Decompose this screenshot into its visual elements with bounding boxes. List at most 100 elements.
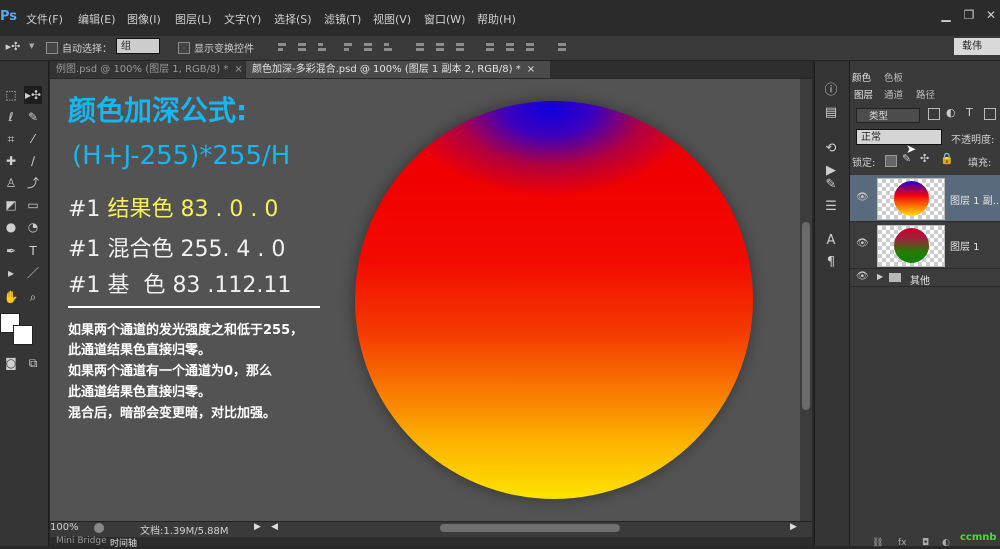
filter-type-icon[interactable]: T — [966, 106, 973, 119]
show-transform-checkbox[interactable] — [178, 42, 190, 54]
visibility-eye-icon[interactable]: 👁 — [856, 192, 869, 203]
tab-layers[interactable]: 图层 — [854, 89, 873, 102]
menu-file[interactable]: 文件(F) — [26, 11, 63, 27]
menu-edit[interactable]: 编辑(E) — [78, 11, 116, 27]
blur-tool-icon[interactable]: ● — [2, 218, 20, 236]
character-icon[interactable]: A — [822, 232, 840, 250]
layer-mask-icon[interactable]: ◘ — [922, 538, 929, 548]
visibility-eye-icon[interactable]: 👁 — [856, 238, 869, 249]
tab-color-burn-psd[interactable]: 颜色加深-多彩混合.psd @ 100% (图层 1 副本 2, RGB/8) … — [246, 61, 550, 78]
row-prefix: #1 — [68, 237, 101, 262]
distribute-right-icon[interactable] — [524, 41, 536, 53]
menu-view[interactable]: 视图(V) — [373, 11, 411, 27]
move-tool-icon[interactable]: ▸✣ — [24, 86, 42, 104]
line-tool-icon[interactable]: ／ — [24, 264, 42, 282]
distribute-vcenter-icon[interactable] — [434, 41, 446, 53]
filter-pixel-icon[interactable] — [928, 108, 940, 120]
history-icon[interactable]: ⟲ — [822, 140, 840, 158]
lock-all-icon[interactable]: 🔒 — [940, 152, 954, 165]
crop-tool-icon[interactable]: ⌗ — [2, 130, 20, 148]
type-tool-icon[interactable]: T — [24, 242, 42, 260]
menu-select[interactable]: 选择(S) — [274, 11, 312, 27]
tab-example-psd[interactable]: 例图.psd @ 100% (图层 1, RGB/8) * × — [50, 61, 245, 78]
move-tool-preset-icon[interactable]: ▸✣ — [4, 38, 22, 56]
marquee-tool-icon[interactable]: ⬚ — [2, 86, 20, 104]
tab-channels[interactable]: 通道 — [884, 89, 903, 102]
auto-select-target-select[interactable]: 组 — [116, 38, 160, 54]
distribute-left-icon[interactable] — [484, 41, 496, 53]
adjustments-icon[interactable]: ☰ — [822, 198, 840, 216]
close-icon[interactable]: × — [527, 64, 535, 75]
menu-image[interactable]: 图像(I) — [127, 11, 161, 27]
path-select-tool-icon[interactable]: ▸ — [2, 264, 20, 282]
tab-paths[interactable]: 路径 — [916, 89, 935, 102]
screen-mode-icon[interactable]: ⧉ — [24, 354, 42, 372]
paragraph-icon[interactable]: ¶ — [822, 254, 840, 272]
menu-window[interactable]: 窗口(W) — [424, 11, 465, 27]
close-icon[interactable]: × — [234, 64, 242, 75]
menu-help[interactable]: 帮助(H) — [477, 11, 516, 27]
stamp-tool-icon[interactable]: ♙ — [2, 174, 20, 192]
menu-type[interactable]: 文字(Y) — [224, 11, 261, 27]
hand-tool-icon[interactable]: ✋ — [2, 288, 20, 306]
visibility-eye-icon[interactable]: 👁 — [856, 271, 869, 282]
align-left-icon[interactable] — [342, 41, 354, 53]
chevron-down-icon[interactable]: ▼ — [29, 42, 34, 50]
distribute-top-icon[interactable] — [414, 41, 426, 53]
gradient-tool-icon[interactable]: ▭ — [24, 196, 42, 214]
pen-tool-icon[interactable]: ✒ — [2, 242, 20, 260]
align-bottom-icon[interactable] — [316, 41, 328, 53]
menu-filter[interactable]: 滤镜(T) — [324, 11, 361, 27]
history-brush-tool-icon[interactable]: ⤴ — [24, 174, 42, 192]
blend-mode-select[interactable]: 正常 — [856, 129, 942, 145]
adjustment-layer-icon[interactable]: ◐ — [942, 538, 950, 548]
horizontal-scroll-thumb[interactable] — [440, 524, 620, 532]
scroll-right-icon[interactable]: ▶ — [790, 522, 797, 532]
filter-adjustment-icon[interactable]: ◐ — [946, 106, 956, 119]
brush-presets-icon[interactable]: ✎ — [822, 176, 840, 194]
layer-style-icon[interactable]: fx — [898, 538, 907, 548]
status-info-icon[interactable] — [94, 523, 104, 533]
zoom-tool-icon[interactable]: ⌕ — [24, 288, 42, 306]
eyedropper-tool-icon[interactable]: ⁄ — [24, 130, 42, 148]
close-button[interactable]: ✕ — [983, 8, 999, 22]
lock-transparent-icon[interactable] — [885, 155, 897, 167]
lasso-tool-icon[interactable]: ℓ — [2, 108, 20, 126]
chevron-right-icon[interactable]: ▶ — [877, 272, 883, 281]
restore-button[interactable]: ❐ — [961, 8, 977, 22]
canvas[interactable]: 颜色加深公式: (H+J-255)*255/H #1 结果色 83 . 0 . … — [50, 79, 800, 521]
link-layers-icon[interactable]: ⛓ — [872, 538, 883, 548]
status-menu-arrow-icon[interactable]: ▶ — [254, 522, 261, 532]
quick-mask-icon[interactable]: ◙ — [2, 354, 20, 372]
align-right-icon[interactable] — [382, 41, 394, 53]
tab-color[interactable]: 颜色 — [852, 72, 871, 85]
auto-align-icon[interactable] — [556, 41, 568, 53]
tab-swatches[interactable]: 色板 — [884, 72, 903, 85]
align-top-icon[interactable] — [276, 41, 288, 53]
layer-filter-select[interactable]: 类型 — [856, 108, 920, 123]
distribute-bottom-icon[interactable] — [454, 41, 466, 53]
vertical-scroll-thumb[interactable] — [802, 222, 810, 410]
zoom-level[interactable]: 100% — [50, 522, 79, 533]
info-icon[interactable]: ⓘ — [822, 82, 840, 100]
quick-select-tool-icon[interactable]: ✎ — [24, 108, 42, 126]
healing-tool-icon[interactable]: ✚ — [2, 152, 20, 170]
menu-layer[interactable]: 图层(L) — [175, 11, 212, 27]
align-hcenter-icon[interactable] — [362, 41, 374, 53]
workspace-select[interactable]: 载伟 — [954, 38, 1000, 55]
filter-shape-icon[interactable] — [984, 108, 996, 120]
eraser-tool-icon[interactable]: ◩ — [2, 196, 20, 214]
histogram-icon[interactable]: ▤ — [822, 104, 840, 122]
background-color-swatch[interactable] — [13, 325, 33, 345]
scroll-left-icon[interactable]: ◀ — [271, 522, 278, 532]
lock-position-icon[interactable]: ✣ — [920, 152, 929, 165]
lock-image-icon[interactable]: ✎ — [902, 152, 911, 165]
dodge-tool-icon[interactable]: ◔ — [24, 218, 42, 236]
distribute-hcenter-icon[interactable] — [504, 41, 516, 53]
align-vcenter-icon[interactable] — [296, 41, 308, 53]
tab-mini-bridge[interactable]: Mini Bridge — [56, 536, 107, 546]
brush-tool-icon[interactable]: ∕ — [24, 152, 42, 170]
tab-timeline[interactable]: 时间轴 — [110, 536, 137, 549]
minimize-button[interactable]: ▁ — [938, 8, 954, 22]
auto-select-checkbox[interactable] — [46, 42, 58, 54]
